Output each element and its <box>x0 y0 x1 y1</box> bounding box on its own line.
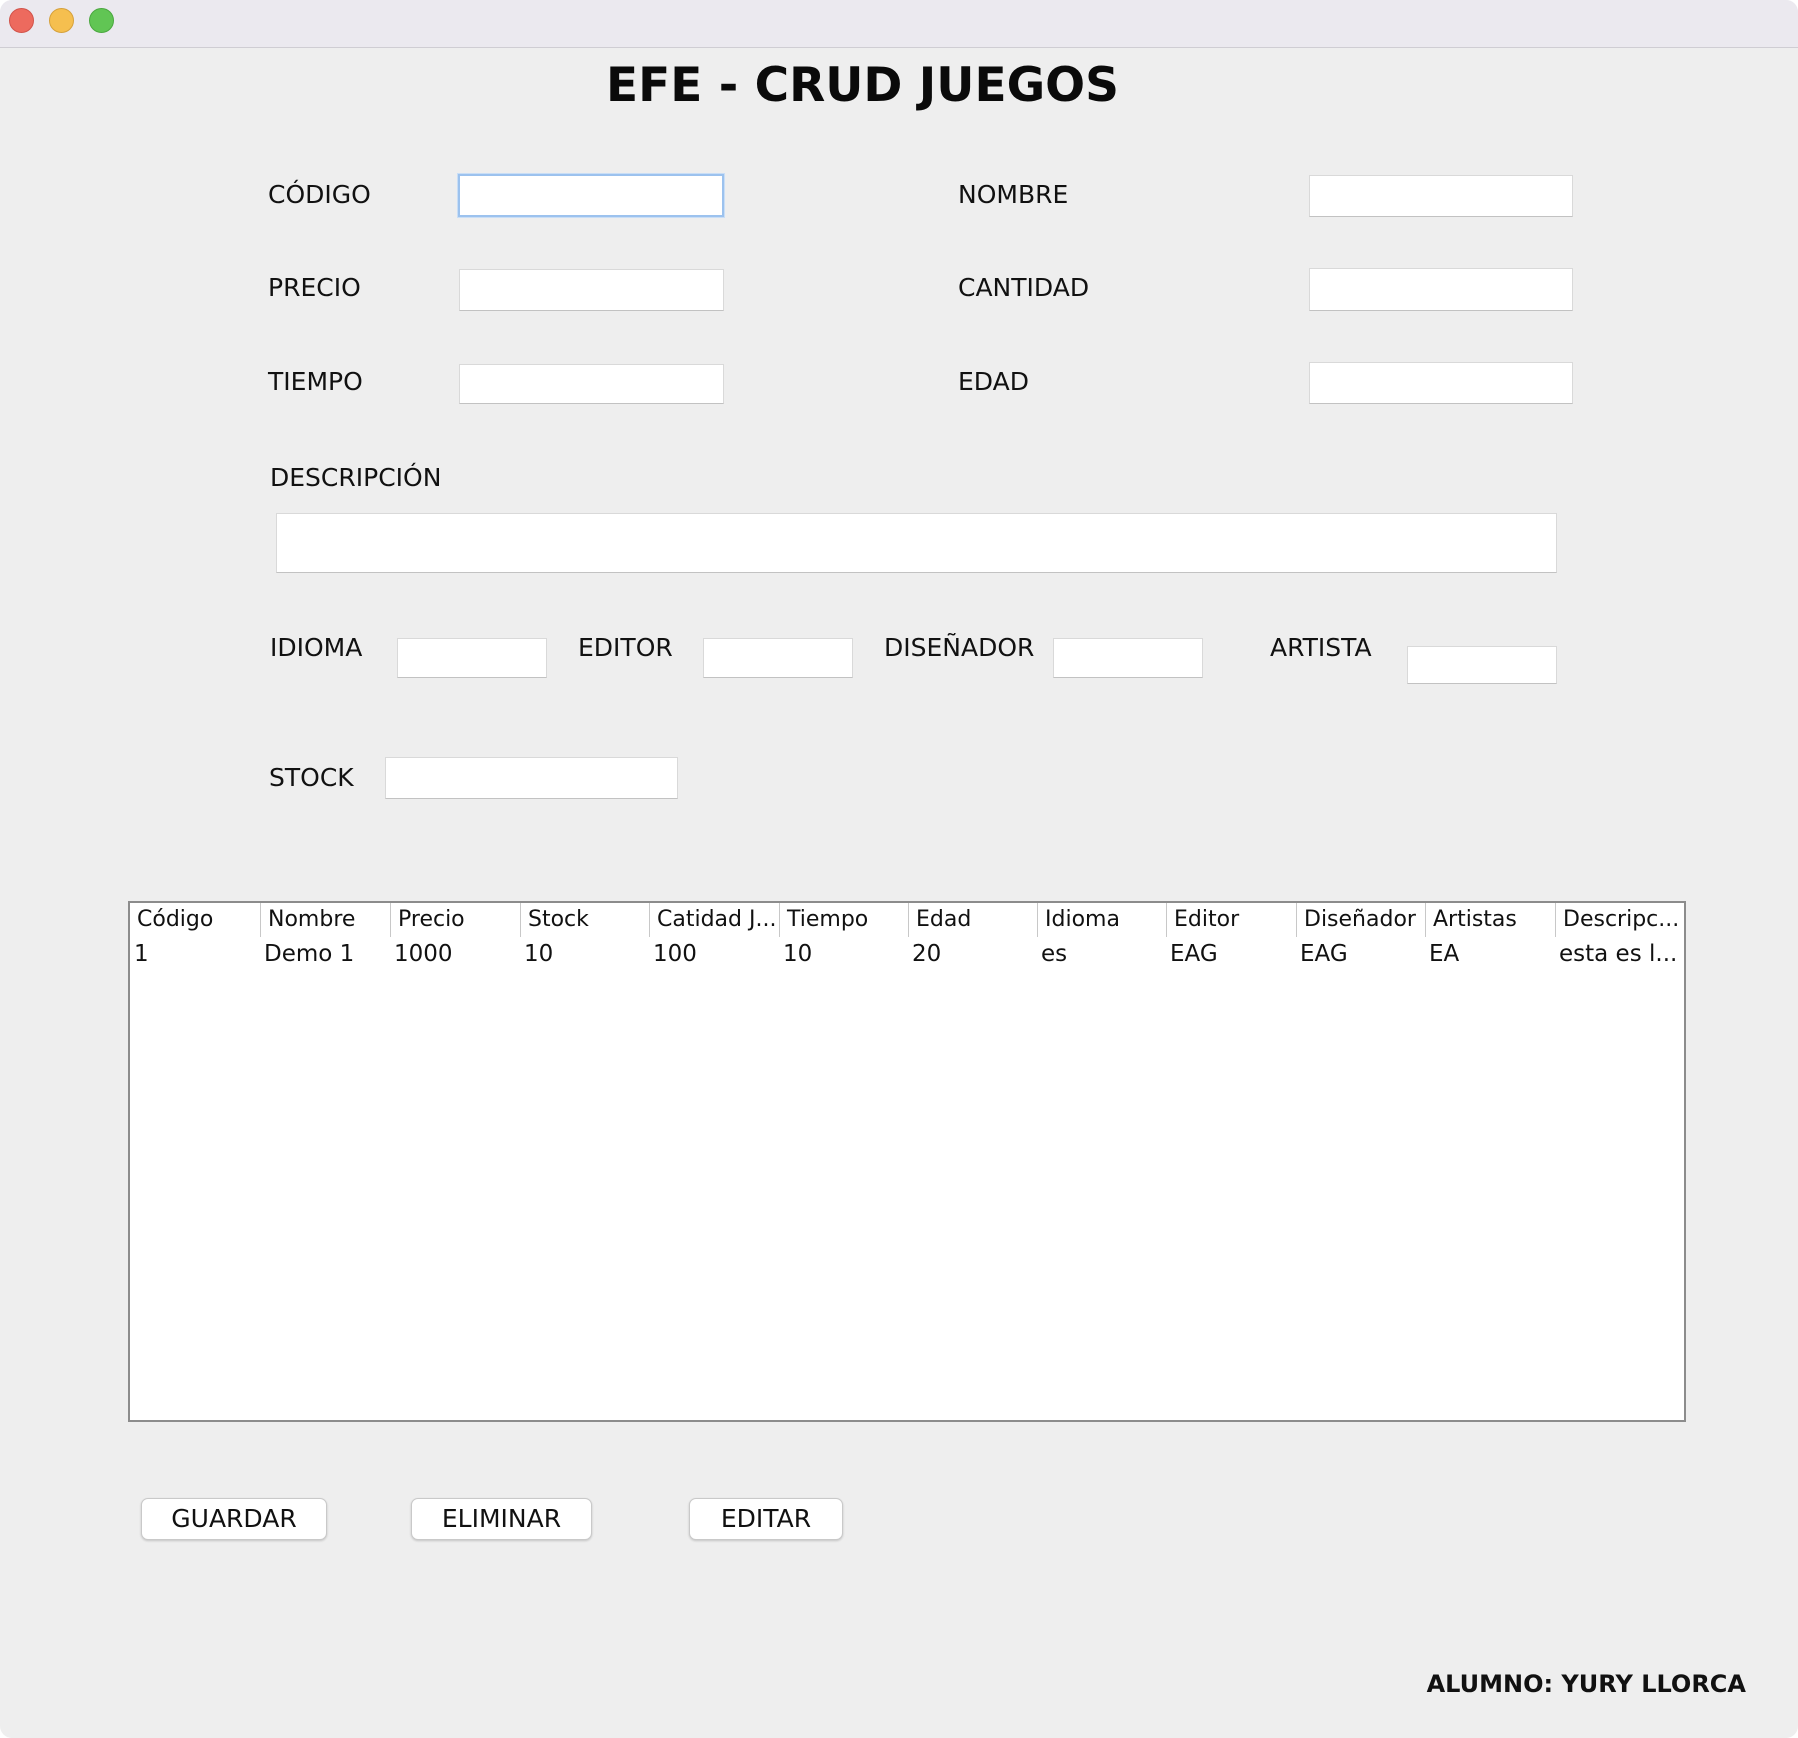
column-header-nombre[interactable]: Nombre <box>260 903 389 937</box>
column-header-editor[interactable]: Editor <box>1166 903 1295 937</box>
column-header-precio[interactable]: Precio <box>390 903 519 937</box>
column-header-cantidad[interactable]: Catidad J... <box>649 903 778 937</box>
tiempo-label: TIEMPO <box>268 367 363 396</box>
editor-input[interactable] <box>703 638 853 678</box>
precio-input[interactable] <box>459 269 724 311</box>
table-cell: EAG <box>1300 941 1348 967</box>
artista-label: ARTISTA <box>1270 633 1372 662</box>
column-header-disenador[interactable]: Diseñador <box>1296 903 1424 937</box>
games-table[interactable]: Código Nombre Precio Stock Catidad J... … <box>128 901 1686 1422</box>
app-window: EFE - CRUD JUEGOS CÓDIGO NOMBRE PRECIO C… <box>0 0 1798 1738</box>
tiempo-input[interactable] <box>459 364 724 404</box>
table-cell: 10 <box>524 941 554 967</box>
edad-label: EDAD <box>958 367 1029 396</box>
table-cell: EAG <box>1170 941 1218 967</box>
stock-label: STOCK <box>269 763 354 792</box>
title-bar <box>0 0 1798 48</box>
editor-label: EDITOR <box>578 633 673 662</box>
table-row[interactable]: 1 Demo 1 1000 10 100 10 20 es EAG EAG EA… <box>130 937 1684 971</box>
cantidad-label: CANTIDAD <box>958 273 1090 302</box>
table-cell: 100 <box>653 941 697 967</box>
column-header-codigo[interactable]: Código <box>130 903 259 937</box>
table-header: Código Nombre Precio Stock Catidad J... … <box>130 903 1684 937</box>
maximize-window-button[interactable] <box>89 8 114 33</box>
idioma-input[interactable] <box>397 638 547 678</box>
column-header-edad[interactable]: Edad <box>908 903 1036 937</box>
precio-label: PRECIO <box>268 273 361 302</box>
descripcion-input[interactable] <box>276 513 1557 573</box>
table-cell: 10 <box>783 941 813 967</box>
close-window-button[interactable] <box>9 8 34 33</box>
editar-button[interactable]: EDITAR <box>689 1498 843 1540</box>
edad-input[interactable] <box>1309 362 1573 404</box>
column-header-idioma[interactable]: Idioma <box>1037 903 1165 937</box>
table-cell: 1 <box>134 941 149 967</box>
table-cell: 1000 <box>394 941 453 967</box>
table-cell: 20 <box>912 941 942 967</box>
table-cell: Demo 1 <box>264 941 355 967</box>
idioma-label: IDIOMA <box>270 633 363 662</box>
disenador-label: DISEÑADOR <box>884 633 1035 662</box>
column-header-stock[interactable]: Stock <box>520 903 648 937</box>
column-header-tiempo[interactable]: Tiempo <box>779 903 907 937</box>
guardar-button[interactable]: GUARDAR <box>141 1498 327 1540</box>
minimize-window-button[interactable] <box>49 8 74 33</box>
student-name: ALUMNO: YURY LLORCA <box>1426 1670 1746 1698</box>
descripcion-label: DESCRIPCIÓN <box>270 463 442 492</box>
codigo-input[interactable] <box>458 174 724 217</box>
nombre-input[interactable] <box>1309 175 1573 217</box>
page-title: EFE - CRUD JUEGOS <box>606 58 1119 113</box>
column-header-descripcion[interactable]: Descripc... <box>1555 903 1684 937</box>
table-cell: EA <box>1429 941 1460 967</box>
disenador-input[interactable] <box>1053 638 1203 678</box>
cantidad-input[interactable] <box>1309 268 1573 311</box>
table-cell: esta es l... <box>1559 941 1678 967</box>
artista-input[interactable] <box>1407 646 1557 684</box>
nombre-label: NOMBRE <box>958 180 1069 209</box>
table-cell: es <box>1041 941 1068 967</box>
eliminar-button[interactable]: ELIMINAR <box>411 1498 592 1540</box>
column-header-artistas[interactable]: Artistas <box>1425 903 1554 937</box>
codigo-label: CÓDIGO <box>268 180 371 209</box>
stock-input[interactable] <box>385 757 678 799</box>
